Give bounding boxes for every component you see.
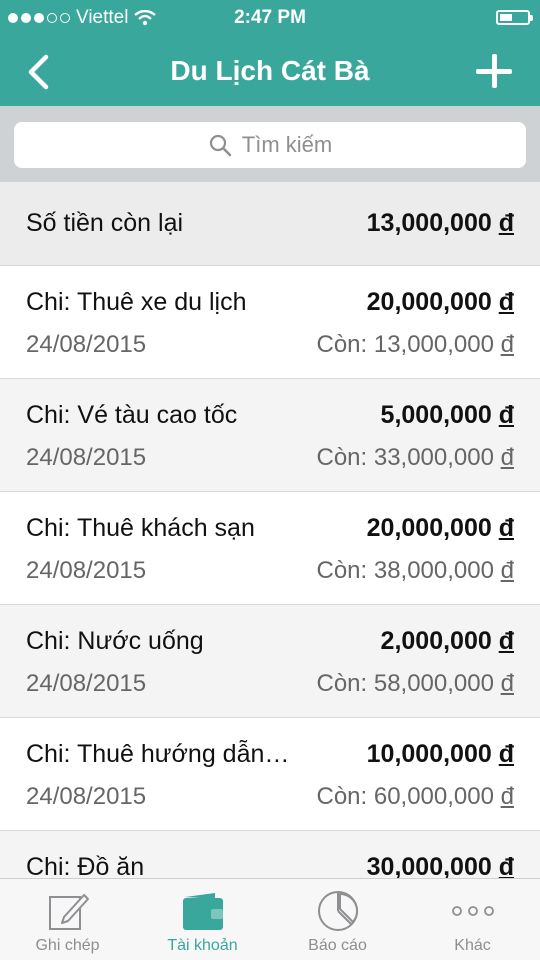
balance-label: Số tiền còn lại	[26, 209, 184, 237]
transaction-name: Chi: Vé tàu cao tốc	[26, 401, 238, 429]
app-header: Viettel 2:47 PM Du Lịch Cát Bà	[0, 0, 540, 106]
transaction-date: 24/08/2015	[26, 557, 147, 584]
transaction-amount: 20,000,000 đ	[366, 288, 514, 316]
tab-label: Ghi chép	[35, 937, 100, 954]
wallet-icon	[182, 893, 223, 930]
tab-bao-cao[interactable]: Báo cáo	[270, 879, 405, 960]
transaction-amount: 30,000,000 đ	[366, 853, 514, 878]
add-button[interactable]	[472, 50, 516, 94]
table-row[interactable]: Chi: Đồ ăn 30,000,000 đ	[0, 831, 540, 878]
transaction-amount: 10,000,000 đ	[366, 740, 514, 768]
pie-chart-icon	[317, 891, 358, 931]
chevron-left-icon	[28, 54, 49, 90]
table-row[interactable]: Chi: Thuê xe du lịch 20,000,000 đ 24/08/2…	[0, 266, 540, 379]
tab-label: Báo cáo	[308, 937, 367, 954]
status-bar: Viettel 2:47 PM	[0, 0, 540, 36]
table-row[interactable]: Chi: Nước uống 2,000,000 đ 24/08/2015 Còn:…	[0, 605, 540, 718]
tab-bar: Ghi chép Tài khoản Báo cáo Khác	[0, 878, 540, 960]
transaction-date: 24/08/2015	[26, 670, 147, 697]
search-bar-container: Tìm kiếm	[0, 106, 540, 182]
back-button[interactable]	[18, 50, 58, 94]
transaction-name: Chi: Thuê hướng dẫn…	[26, 740, 290, 768]
battery-icon	[496, 10, 533, 25]
tab-label: Tài khoản	[167, 937, 238, 954]
search-input[interactable]: Tìm kiếm	[14, 122, 526, 168]
transaction-name: Chi: Thuê xe du lịch	[26, 288, 247, 316]
transaction-date: 24/08/2015	[26, 444, 147, 471]
balance-summary-row: Số tiền còn lại 13,000,000 đ	[0, 182, 540, 266]
tab-tai-khoan[interactable]: Tài khoản	[135, 879, 270, 960]
transaction-amount: 2,000,000 đ	[380, 627, 514, 655]
remaining-balance: Còn: 58,000,000 đ	[316, 670, 514, 697]
search-placeholder: Tìm kiếm	[241, 132, 333, 157]
navigation-bar: Du Lịch Cát Bà	[0, 36, 540, 106]
table-row[interactable]: Chi: Vé tàu cao tốc 5,000,000 đ 24/08/201…	[0, 379, 540, 492]
transaction-amount: 20,000,000 đ	[366, 514, 514, 542]
transaction-list[interactable]: Số tiền còn lại 13,000,000 đ Chi: Thuê x…	[0, 182, 540, 878]
transaction-amount: 5,000,000 đ	[380, 401, 514, 429]
balance-amount: 13,000,000 đ	[366, 209, 514, 237]
transaction-date: 24/08/2015	[26, 783, 147, 810]
tab-ghi-chep[interactable]: Ghi chép	[0, 879, 135, 960]
edit-icon	[48, 894, 89, 930]
transaction-name: Chi: Nước uống	[26, 627, 204, 655]
more-icon	[451, 906, 494, 916]
transaction-name: Chi: Đồ ăn	[26, 853, 145, 878]
transaction-date: 24/08/2015	[26, 331, 147, 358]
table-row[interactable]: Chi: Thuê hướng dẫn… 10,000,000 đ 24/08/2…	[0, 718, 540, 831]
search-icon	[209, 134, 231, 157]
tab-label: Khác	[454, 937, 491, 954]
remaining-balance: Còn: 33,000,000 đ	[316, 444, 514, 471]
status-time: 2:47 PM	[234, 7, 306, 28]
tab-khac[interactable]: Khác	[405, 879, 540, 960]
remaining-balance: Còn: 60,000,000 đ	[316, 783, 514, 810]
remaining-balance: Còn: 13,000,000 đ	[316, 331, 514, 358]
page-title: Du Lịch Cát Bà	[170, 55, 370, 86]
table-row[interactable]: Chi: Thuê khách sạn 20,000,000 đ 24/08/20…	[0, 492, 540, 605]
remaining-balance: Còn: 38,000,000 đ	[316, 557, 514, 584]
transaction-name: Chi: Thuê khách sạn	[26, 514, 255, 542]
